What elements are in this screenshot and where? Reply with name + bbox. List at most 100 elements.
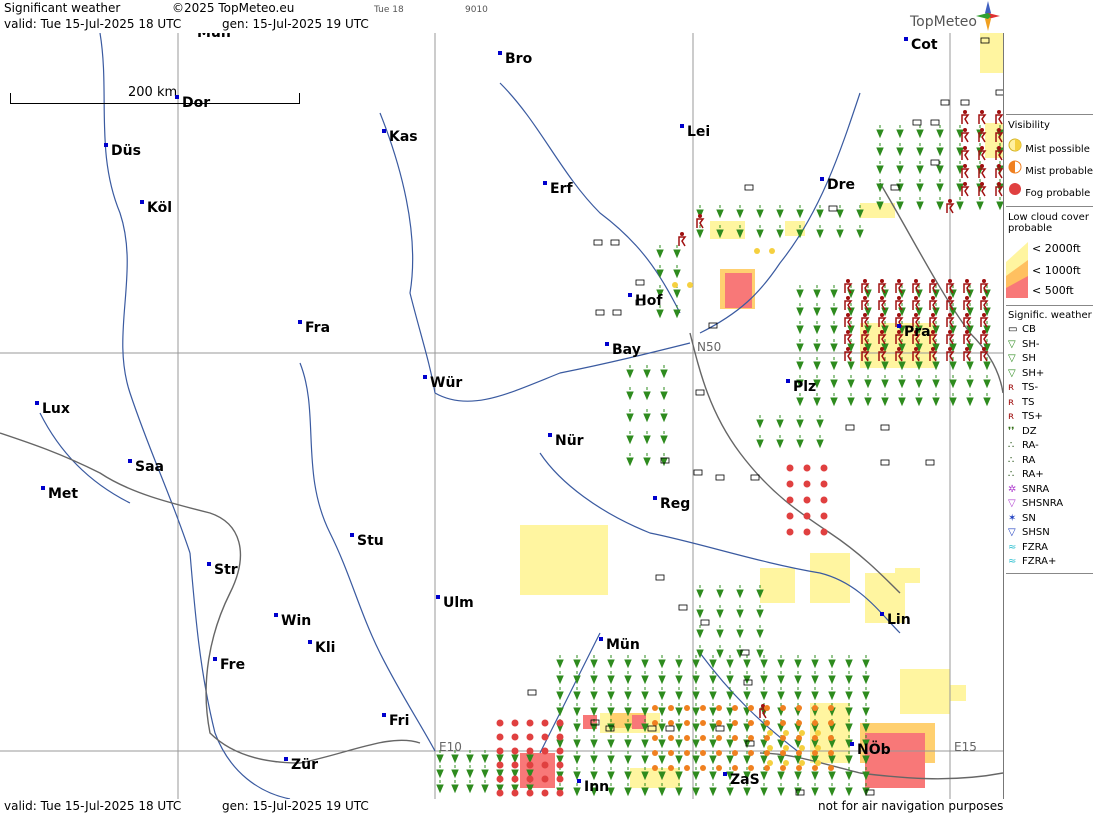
thunderstorm-icon (895, 283, 904, 294)
shower-icon (692, 687, 700, 701)
city-marker-icon (577, 779, 581, 783)
shower-icon (573, 751, 581, 765)
city-marker-icon (897, 324, 901, 328)
shower-icon (675, 703, 683, 717)
fog-icon (786, 464, 794, 472)
fog-icon (496, 733, 504, 741)
city-name: Kli (315, 640, 336, 656)
fog-icon (541, 775, 549, 783)
shower-icon (916, 125, 924, 139)
thunderstorm-icon (961, 132, 970, 143)
shower-icon (916, 197, 924, 211)
legend-divider (1006, 114, 1093, 115)
shower-icon (656, 245, 664, 259)
city-name: Hof (635, 293, 663, 309)
city-label: Str (207, 562, 238, 578)
fog-icon (652, 735, 658, 741)
shower-icon (607, 751, 615, 765)
city-marker-icon (423, 375, 427, 379)
shower-icon (864, 393, 872, 407)
shower-icon (760, 655, 768, 669)
shower-icon (956, 197, 964, 211)
valid-time: valid: Tue 15-Jul-2025 18 UTC (4, 17, 182, 31)
fog-icon (828, 750, 834, 756)
legend-lc-1000: < 1000ft (1032, 264, 1081, 277)
shower-icon (813, 321, 821, 335)
city-name: Wür (430, 375, 463, 391)
legend-sigwx-item: ≈ FZRA+ (1008, 556, 1056, 567)
shower-icon (673, 305, 681, 319)
fog-icon (526, 789, 534, 797)
fog-icon (684, 735, 690, 741)
fog-icon (526, 761, 534, 769)
legend-sigwx-item: ∴ RA+ (1008, 469, 1044, 480)
borders (0, 182, 1003, 780)
shower-icon (466, 765, 474, 779)
shower-icon (573, 719, 581, 733)
legend-sigwx-title: Signific. weather (1008, 310, 1092, 321)
weather-map[interactable]: 200 km N50 E10 E15 Mün Bro Cot Dor Kas Lei Düs… (0, 33, 1004, 799)
shower-icon (624, 671, 632, 685)
shower-icon (845, 767, 853, 781)
shower-icon (626, 431, 634, 445)
fog-icon (687, 282, 693, 288)
shower-icon (776, 225, 784, 239)
ra-icon: ∴ (1008, 454, 1015, 466)
fog-icon (820, 480, 828, 488)
shower-icon (862, 687, 870, 701)
fog-icon (700, 735, 706, 741)
thunderstorm-icon (961, 186, 970, 197)
shower-icon (845, 783, 853, 797)
footer: valid: Tue 15-Jul-2025 18 UTC gen: 15-Ju… (0, 799, 1003, 814)
legend-sigwx-label: SH- (1022, 338, 1040, 350)
city-label: Kli (308, 640, 335, 656)
shower-icon (590, 767, 598, 781)
shower-icon (675, 735, 683, 749)
shower-icon (847, 375, 855, 389)
city-name: Lux (42, 401, 70, 417)
fog-icon (526, 775, 534, 783)
shower-icon (675, 687, 683, 701)
scale-label: 200 km (128, 85, 178, 100)
city-marker-icon (723, 772, 727, 776)
cb-icon (700, 619, 710, 626)
shower-icon (692, 751, 700, 765)
shower-icon (830, 357, 838, 371)
shower-icon (983, 393, 991, 407)
fog-icon (652, 720, 658, 726)
shower-icon (709, 703, 717, 717)
fog-icon (786, 512, 794, 520)
city-label: Zür (284, 757, 318, 773)
city-marker-icon (605, 342, 609, 346)
shower-icon (915, 393, 923, 407)
shower-icon (709, 719, 717, 733)
fog-icon (716, 705, 722, 711)
city-label: Hof (628, 293, 662, 309)
city-name: ZaS (730, 772, 760, 788)
shower-icon (816, 225, 824, 239)
city-label: NÖb (850, 742, 891, 758)
city-label: Bro (498, 51, 532, 67)
shower-icon (658, 687, 666, 701)
legend-sigwx-item: ▽ SH (1008, 353, 1036, 364)
fog-icon (796, 765, 802, 771)
shower-icon (573, 735, 581, 749)
city-name: NÖb (857, 742, 891, 758)
topmeteo-logo[interactable]: TopMeteo (910, 14, 977, 30)
shower-icon (936, 179, 944, 193)
grid-label-e10: E10 (439, 740, 462, 754)
shower-icon (696, 625, 704, 639)
fog-icon (764, 765, 770, 771)
city-label: Stu (350, 533, 384, 549)
shower-icon (658, 655, 666, 669)
cb-icon (612, 309, 622, 316)
shower-icon (590, 703, 598, 717)
legend-lc-500: < 500ft (1032, 284, 1074, 297)
shower-icon (641, 735, 649, 749)
shower-icon (624, 735, 632, 749)
fog-icon (803, 496, 811, 504)
cb-icon (750, 474, 760, 481)
shower-icon (756, 605, 764, 619)
shower-icon (828, 687, 836, 701)
city-marker-icon (284, 757, 288, 761)
